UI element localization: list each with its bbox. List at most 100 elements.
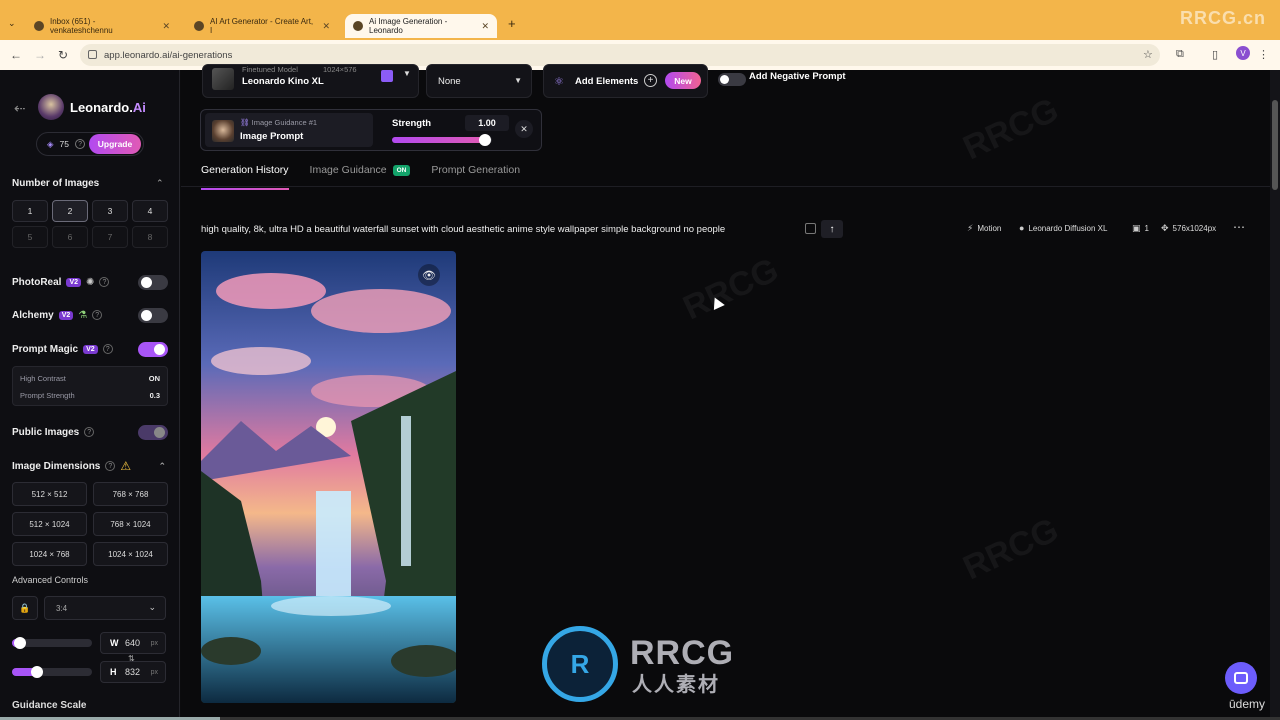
height-slider[interactable] xyxy=(12,666,92,678)
eye-icon[interactable]: 👁 xyxy=(418,264,440,286)
image-count-2[interactable]: 2 xyxy=(52,200,88,222)
tab-prompt-generation[interactable]: Prompt Generation xyxy=(431,164,520,186)
slider-thumb[interactable] xyxy=(14,637,26,649)
dimension-768x1024[interactable]: 768 × 1024 xyxy=(93,512,168,536)
help-icon[interactable]: ? xyxy=(75,139,86,149)
width-slider[interactable] xyxy=(12,637,92,649)
advanced-controls-label: Advanced Controls xyxy=(12,575,89,585)
tab-generation-history[interactable]: Generation History xyxy=(201,164,289,190)
dimension-1024x768[interactable]: 1024 × 768 xyxy=(12,542,87,566)
image-count-8[interactable]: 8 xyxy=(132,226,168,248)
model-selector[interactable]: Finetuned Model 1024×576 Leonardo Kino X… xyxy=(202,64,419,98)
site-info-icon[interactable] xyxy=(88,50,97,59)
close-icon[interactable]: ✕ xyxy=(515,120,533,138)
width-input[interactable]: W 640 px xyxy=(100,632,166,654)
url-field[interactable]: app.leonardo.ai/ai-generations xyxy=(80,44,1160,66)
forward-arrow-icon[interactable]: → xyxy=(34,48,46,62)
add-elements-button[interactable]: ⚛ Add Elements + New xyxy=(543,64,708,98)
prompt-magic-row: Prompt Magic V2 ? xyxy=(12,340,168,358)
main-panel: RRCG RRCG RRCG Finetuned Model 1024×576 … xyxy=(181,64,1270,720)
negative-prompt-toggle[interactable] xyxy=(718,73,746,86)
mouse-cursor xyxy=(709,294,725,311)
add-negative-prompt-label[interactable]: Add Negative Prompt xyxy=(749,71,846,82)
browser-tab-leonardo[interactable]: Ai Image Generation - Leonardo ✕ xyxy=(345,14,497,38)
model-settings-icon[interactable] xyxy=(381,70,393,82)
slider-thumb[interactable] xyxy=(479,134,491,146)
generated-image[interactable] xyxy=(201,251,456,703)
profile-avatar[interactable]: V xyxy=(1236,46,1250,60)
photoreal-toggle[interactable] xyxy=(138,275,168,290)
tab-image-guidance[interactable]: Image Guidance ON xyxy=(310,164,411,186)
watermark: RRCG xyxy=(677,250,785,328)
slider-thumb[interactable] xyxy=(31,666,43,678)
more-options-icon[interactable]: ⋯ xyxy=(1233,220,1245,234)
link-icon: ⛓ xyxy=(240,118,252,127)
model-thumbnail xyxy=(212,68,234,90)
upgrade-button[interactable]: Upgrade xyxy=(89,134,141,154)
strength-slider[interactable] xyxy=(392,134,492,146)
height-input[interactable]: H 832 px xyxy=(100,661,166,683)
guidance-thumbnail xyxy=(212,120,234,142)
close-tab-icon[interactable]: ✕ xyxy=(162,21,170,32)
prompt-magic-settings[interactable]: High Contrast ON Prompt Strength 0.3 xyxy=(12,366,168,406)
strength-label: Strength xyxy=(392,118,432,129)
close-tab-icon[interactable]: ✕ xyxy=(322,21,330,32)
strength-input[interactable]: 1.00 xyxy=(465,115,509,131)
alchemy-toggle[interactable] xyxy=(138,308,168,323)
v2-badge: V2 xyxy=(58,310,74,320)
aspect-ratio-value: 3:4 xyxy=(56,603,68,613)
dimension-512x1024[interactable]: 512 × 1024 xyxy=(12,512,87,536)
tab-list-icon[interactable]: ⌄ xyxy=(8,18,16,29)
chevron-up-icon[interactable]: ⌃ xyxy=(158,461,166,472)
image-count-5[interactable]: 5 xyxy=(12,226,48,248)
dimension-768x768[interactable]: 768 × 768 xyxy=(93,482,168,506)
side-panel-icon[interactable]: ▯ xyxy=(1212,48,1218,61)
bookmark-star-icon[interactable]: ☆ xyxy=(1143,48,1153,61)
help-icon[interactable]: ? xyxy=(84,427,95,437)
sidebar: ⇠ Leonardo.Ai ◈ 75 ? Upgrade Number of I… xyxy=(0,70,180,720)
tab-title: Inbox (651) - venkateshchennu xyxy=(50,17,113,35)
image-count-4[interactable]: 4 xyxy=(132,200,168,222)
copy-icon[interactable] xyxy=(805,223,816,234)
tab-title: Ai Image Generation - Leonardo xyxy=(369,17,448,35)
browser-tab-ai-art[interactable]: AI Art Generator - Create Art, I ✕ xyxy=(186,14,338,38)
lock-icon: 🔒 xyxy=(19,602,31,613)
help-icon[interactable]: ? xyxy=(102,344,113,354)
help-icon[interactable]: ? xyxy=(99,277,110,287)
aspect-ratio-select[interactable]: 3:4 ⌄ xyxy=(44,596,166,620)
menu-dots-icon[interactable]: ⋮ xyxy=(1258,48,1269,61)
dimension-1024x1024[interactable]: 1024 × 1024 xyxy=(93,542,168,566)
rrcg-logo: R xyxy=(542,626,618,702)
back-arrow-icon[interactable]: ← xyxy=(10,48,22,62)
preset-select[interactable]: None ▼ xyxy=(426,64,532,98)
browser-tab-inbox[interactable]: Inbox (651) - venkateshchennu ✕ xyxy=(26,14,178,38)
token-icon: ◈ xyxy=(47,138,54,149)
prompt-magic-toggle[interactable] xyxy=(138,342,168,357)
help-icon[interactable]: ? xyxy=(105,461,116,471)
public-images-toggle[interactable] xyxy=(138,425,168,440)
url-text: app.leonardo.ai/ai-generations xyxy=(104,49,233,61)
image-count-7[interactable]: 7 xyxy=(92,226,128,248)
history-tabs: Generation History Image Guidance ON Prom… xyxy=(201,164,520,190)
chevron-up-icon[interactable]: ⌃ xyxy=(156,178,164,189)
collapse-sidebar-icon[interactable]: ⇠ xyxy=(14,100,26,117)
close-tab-icon[interactable]: ✕ xyxy=(481,21,489,32)
prompt-strength-value: 0.3 xyxy=(149,391,160,400)
scrollbar-thumb[interactable] xyxy=(1272,100,1278,190)
image-count-6[interactable]: 6 xyxy=(52,226,88,248)
help-icon[interactable]: ? xyxy=(92,310,103,320)
image-prompt-item[interactable]: ⛓ Image Guidance #1 Image Prompt xyxy=(205,113,373,147)
new-tab-button[interactable]: + xyxy=(508,16,516,31)
motion-icon: ⚡ xyxy=(967,223,974,233)
caret-down-icon[interactable]: ▼ xyxy=(403,69,411,78)
aspect-lock-button[interactable]: 🔒 xyxy=(12,596,38,620)
warning-icon[interactable]: ⚠ xyxy=(120,459,131,473)
reload-icon[interactable]: ↻ xyxy=(58,48,68,62)
image-count-1[interactable]: 1 xyxy=(12,200,48,222)
image-count-3[interactable]: 3 xyxy=(92,200,128,222)
reuse-prompt-button[interactable]: ↑ xyxy=(821,220,843,238)
support-chat-button[interactable] xyxy=(1225,662,1257,694)
new-badge: New xyxy=(665,72,701,89)
dimension-512x512[interactable]: 512 × 512 xyxy=(12,482,87,506)
extensions-icon[interactable]: ⧉ xyxy=(1176,48,1184,61)
